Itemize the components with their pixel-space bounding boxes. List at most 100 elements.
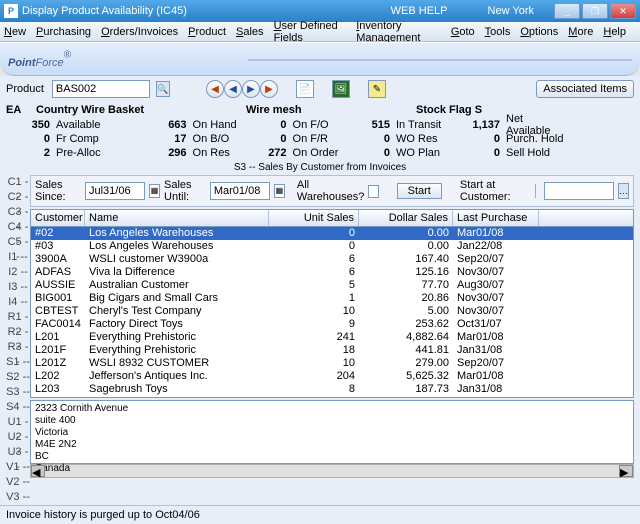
toolbar: Product 🔍 ◀ ◀ ▶ ▶ 📄 🖼 ✎ Associated Items: [0, 76, 640, 102]
menu-goto[interactable]: Goto: [451, 26, 475, 38]
col-header[interactable]: Dollar Sales: [359, 210, 453, 226]
col-header[interactable]: Name: [85, 210, 269, 226]
since-label: Sales Since:: [35, 179, 81, 203]
table-row[interactable]: ADFASViva la Difference6125.16Nov30/07: [31, 266, 633, 279]
edit-icon[interactable]: ✎: [368, 80, 386, 98]
calendar-icon[interactable]: ▦: [274, 184, 285, 198]
view-shortcut[interactable]: S3 --: [6, 385, 30, 400]
context-location: New York: [488, 5, 534, 17]
start-button[interactable]: Start: [397, 183, 442, 199]
scroll-right-icon[interactable]: ▶: [619, 465, 633, 477]
grid-body[interactable]: #02Los Angeles Warehouses00.00Mar01/08#0…: [31, 227, 633, 397]
view-shortcut[interactable]: R3 --: [6, 340, 30, 355]
stats-panel: 350Available0Fr Comp2Pre-Alloc663On Hand…: [6, 118, 634, 160]
nav-first-icon[interactable]: ◀: [206, 80, 224, 98]
view-shortcut[interactable]: I2 --: [6, 265, 30, 280]
view-shortcut[interactable]: S1 --: [6, 355, 30, 370]
nav-prev-icon[interactable]: ◀: [224, 80, 242, 98]
table-row[interactable]: #03Los Angeles Warehouses00.00Jan22/08: [31, 240, 633, 253]
table-row[interactable]: L201FEverything Prehistoric18441.81Jan31…: [31, 344, 633, 357]
context-webhelp: WEB HELP: [391, 5, 448, 17]
table-row[interactable]: L203Sagebrush Toys8187.73Jan31/08: [31, 383, 633, 396]
view-shortcut[interactable]: C4 --: [6, 220, 30, 235]
menu-options[interactable]: Options: [520, 26, 558, 38]
maximize-button[interactable]: ❐: [582, 3, 608, 19]
menu-new[interactable]: New: [4, 26, 26, 38]
view-shortcut[interactable]: R1 --: [6, 310, 30, 325]
menu-userdefinedfields[interactable]: User Defined Fields: [274, 20, 347, 44]
view-shortcut[interactable]: S4 --: [6, 400, 30, 415]
product-input[interactable]: [52, 80, 150, 98]
stockflag-value: S: [475, 104, 482, 116]
until-input[interactable]: [210, 182, 270, 200]
view-shortcut[interactable]: V1 --: [6, 460, 30, 475]
stat-line: 2Pre-Alloc: [6, 146, 146, 160]
lookup-icon[interactable]: …: [618, 183, 629, 199]
nav-next-icon[interactable]: ▶: [242, 80, 260, 98]
view-shortcut[interactable]: I3 --: [6, 280, 30, 295]
uom-label: EA: [6, 104, 36, 116]
stat-line: 296On Res: [146, 146, 246, 160]
calendar-icon[interactable]: ▦: [149, 184, 160, 198]
view-shortcut[interactable]: R2 --: [6, 325, 30, 340]
view-shortcut[interactable]: U1 --: [6, 415, 30, 430]
since-input[interactable]: [85, 182, 145, 200]
close-button[interactable]: ✕: [610, 3, 636, 19]
app-icon: P: [4, 4, 18, 18]
stat-line: 0Purch. Hold: [456, 132, 596, 146]
view-shortcut[interactable]: C1 --: [6, 175, 30, 190]
menu-bar: New Purchasing Orders/Invoices Product Sales…: [0, 22, 640, 42]
stockflag-label: Stock Flag: [416, 104, 472, 116]
picture-icon[interactable]: 🖼: [332, 80, 350, 98]
startat-input[interactable]: [544, 182, 614, 200]
table-row[interactable]: L202Jefferson's Antiques Inc.2045,625.32…: [31, 370, 633, 383]
view-shortcut[interactable]: S2 --: [6, 370, 30, 385]
menu-sales[interactable]: Sales: [236, 26, 264, 38]
view-shortcuts: C1 --C2 --C3 --C4 --C5 --I1 --I2 --I3 --…: [6, 175, 30, 505]
menu-help[interactable]: Help: [603, 26, 626, 38]
scroll-left-icon[interactable]: ◀: [31, 465, 45, 477]
nav-last-icon[interactable]: ▶: [260, 80, 278, 98]
brand-text2: Force: [36, 57, 64, 69]
table-row[interactable]: BIG001Big Cigars and Small Cars120.86Nov…: [31, 292, 633, 305]
table-row[interactable]: 3900AWSLI customer W3900a6167.40Sep20/07: [31, 253, 633, 266]
view-shortcut[interactable]: C2 --: [6, 190, 30, 205]
menu-more[interactable]: More: [568, 26, 593, 38]
product-label: Product: [6, 83, 44, 95]
col-header[interactable]: Unit Sales: [269, 210, 359, 226]
view-shortcut[interactable]: I1 --: [6, 250, 30, 265]
table-row[interactable]: L204Sam's Flowers20425.54Jan22/08: [31, 396, 633, 397]
h-scrollbar[interactable]: ◀ ▶: [30, 464, 634, 478]
allwh-checkbox[interactable]: [368, 185, 378, 198]
view-shortcut[interactable]: I4 --: [6, 295, 30, 310]
view-shortcut[interactable]: V3 --: [6, 490, 30, 505]
product-description: Country Wire Basket: [36, 104, 246, 116]
menu-ordersinvoices[interactable]: Orders/Invoices: [101, 26, 178, 38]
table-row[interactable]: AUSSIEAustralian Customer577.70Aug30/07: [31, 279, 633, 292]
stat-line: 1,137Net Available: [456, 118, 596, 132]
document-icon[interactable]: 📄: [296, 80, 314, 98]
col-header[interactable]: Last Purchase: [453, 210, 539, 226]
col-header[interactable]: Customer: [31, 210, 85, 226]
view-shortcut[interactable]: C3 --: [6, 205, 30, 220]
view-shortcut[interactable]: U3 --: [6, 445, 30, 460]
table-row[interactable]: FAC0014Factory Direct Toys9253.62Oct31/0…: [31, 318, 633, 331]
menu-purchasing[interactable]: Purchasing: [36, 26, 91, 38]
table-row[interactable]: L201ZWSLI 8932 CUSTOMER10279.00Sep20/07: [31, 357, 633, 370]
view-shortcut[interactable]: C5 --: [6, 235, 30, 250]
lookup-icon[interactable]: 🔍: [156, 81, 170, 97]
allwh-label: All Warehouses?: [297, 179, 364, 203]
stat-line: 17On B/O: [146, 132, 246, 146]
table-row[interactable]: #02Los Angeles Warehouses00.00Mar01/08: [31, 227, 633, 240]
minimize-button[interactable]: _: [554, 3, 580, 19]
table-row[interactable]: CBTESTCheryl's Test Company105.00Nov30/0…: [31, 305, 633, 318]
window-title: Display Product Availability (IC45): [22, 5, 371, 17]
menu-inventorymanagement[interactable]: Inventory Management: [356, 20, 441, 44]
associated-items-button[interactable]: Associated Items: [536, 80, 634, 98]
view-shortcut[interactable]: V2 --: [6, 475, 30, 490]
menu-product[interactable]: Product: [188, 26, 226, 38]
menu-tools[interactable]: Tools: [485, 26, 511, 38]
table-row[interactable]: L201Everything Prehistoric2414,882.64Mar…: [31, 331, 633, 344]
grid-header: CustomerNameUnit SalesDollar SalesLast P…: [31, 210, 633, 227]
view-shortcut[interactable]: U2 --: [6, 430, 30, 445]
